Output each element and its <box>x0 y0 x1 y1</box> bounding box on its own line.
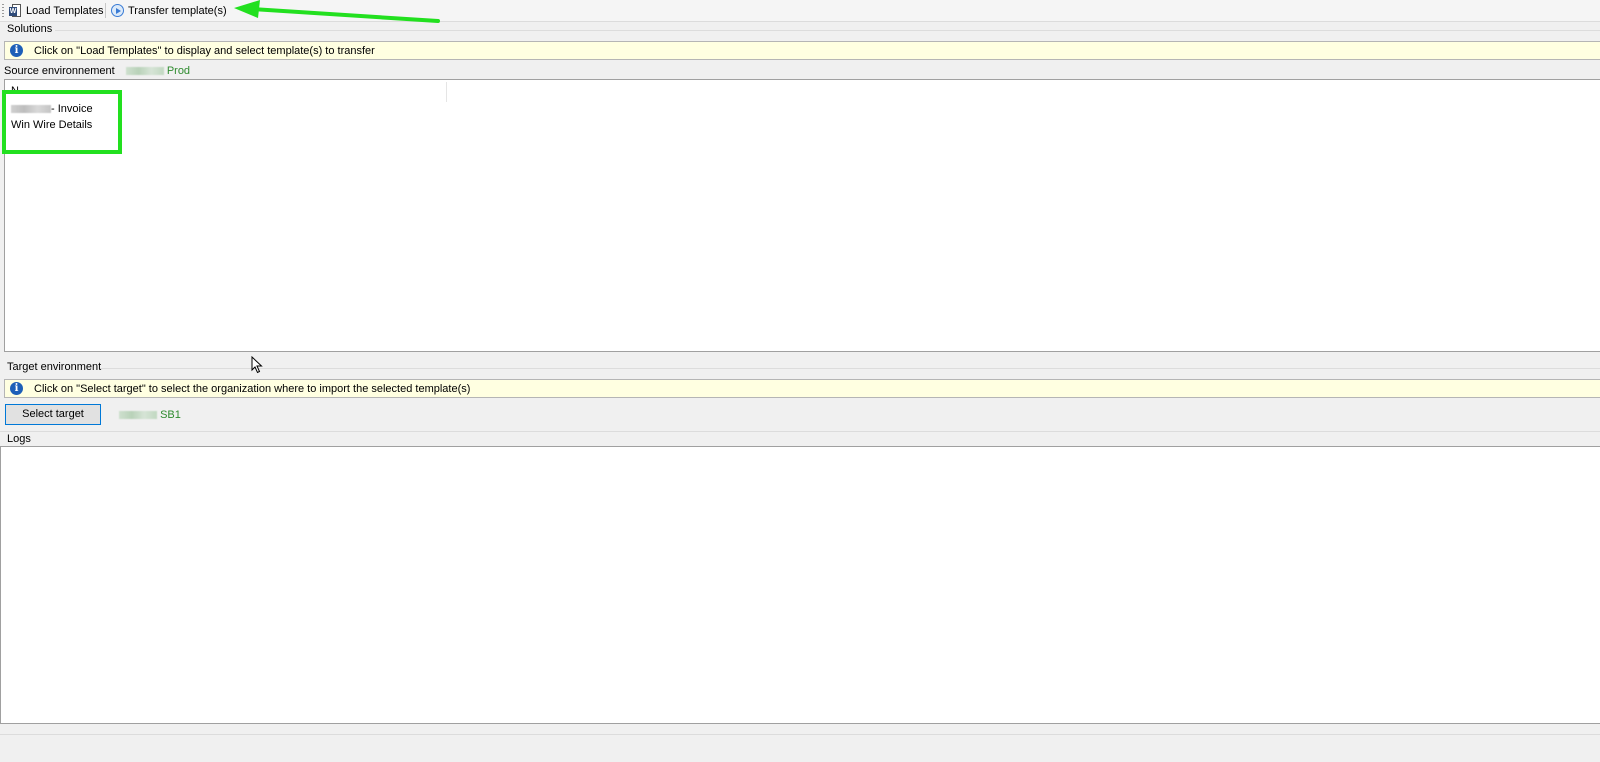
highlight-box <box>2 90 122 154</box>
column-divider[interactable] <box>446 82 447 102</box>
toolbar-separator <box>105 3 106 18</box>
solutions-info-bar: i Click on "Load Templates" to display a… <box>4 41 1600 60</box>
logs-section-label: Logs <box>7 433 31 445</box>
solutions-divider <box>55 30 1600 31</box>
templates-list[interactable]: N - Invoice Win Wire Details <box>4 79 1600 352</box>
target-divider <box>100 368 1600 369</box>
select-target-button[interactable]: Select target <box>5 404 101 425</box>
target-section-label: Target environment <box>7 361 102 373</box>
redacted-org-name <box>125 67 164 76</box>
load-templates-label: Load Templates <box>26 4 104 17</box>
target-info-bar: i Click on "Select target" to select the… <box>4 379 1600 398</box>
status-bar <box>0 734 1600 762</box>
load-templates-button[interactable]: W Load Templates <box>9 2 103 19</box>
play-icon <box>111 4 124 17</box>
solutions-section-label: Solutions <box>7 23 53 35</box>
document-icon: W <box>9 3 22 18</box>
source-environment-value: Prod <box>166 65 191 77</box>
toolbar-grip[interactable] <box>2 4 4 17</box>
logs-top-divider <box>0 431 1600 432</box>
solutions-info-message: Click on "Load Templates" to display and… <box>34 44 375 57</box>
transfer-templates-label: Transfer template(s) <box>128 4 227 17</box>
info-icon: i <box>10 44 23 57</box>
target-environment-value: SB1 <box>160 409 181 421</box>
logs-panel[interactable] <box>0 446 1600 724</box>
redacted-org-name <box>119 411 157 420</box>
green-arrow-annotation <box>234 0 440 23</box>
target-info-message: Click on "Select target" to select the o… <box>34 382 471 395</box>
mouse-cursor-icon <box>251 356 263 374</box>
source-environment-row: Source environnement Prod <box>4 64 190 78</box>
info-icon: i <box>10 382 23 395</box>
target-environment-value-row: SB1 <box>119 408 181 422</box>
transfer-templates-button[interactable]: Transfer template(s) <box>111 2 227 19</box>
source-environment-label: Source environnement <box>4 65 115 77</box>
